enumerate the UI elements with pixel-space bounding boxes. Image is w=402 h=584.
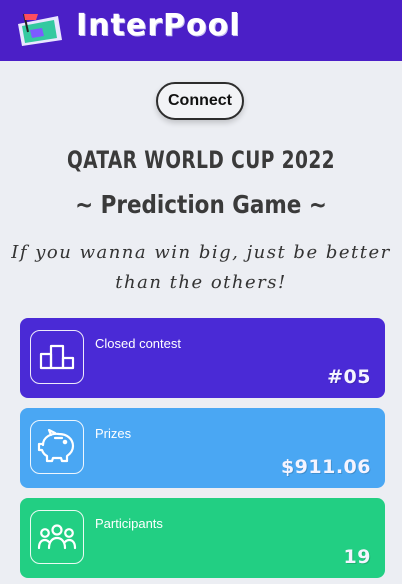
closed-contest-value: #05 [327,366,371,388]
prizes-value: $911.06 [280,456,371,478]
page-title: QATAR WORLD CUP 2022 [66,146,336,174]
podium-icon [30,330,84,384]
prizes-card: Prizes $911.06 [20,408,385,488]
participants-label: Participants [95,516,163,531]
tagline-line-2: than the others! [115,272,287,293]
brand-name[interactable]: InterPool [76,8,241,43]
participants-card: Participants 19 [20,498,385,578]
pitch-flag-icon[interactable] [14,10,66,50]
closed-contest-label: Closed contest [95,336,181,351]
page-subtitle: ~ Prediction Game ~ [75,190,327,219]
connect-button[interactable]: Connect [156,82,244,120]
closed-contest-card: Closed contest #05 [20,318,385,398]
piggy-bank-icon [30,420,84,474]
users-group-icon [30,510,84,564]
prizes-label: Prizes [95,426,132,441]
tagline: If you wanna win big, just be better tha… [10,238,392,298]
top-navbar: InterPool [0,0,402,61]
tagline-line-1: If you wanna win big, just be better [11,242,391,263]
participants-value: 19 [343,546,371,568]
